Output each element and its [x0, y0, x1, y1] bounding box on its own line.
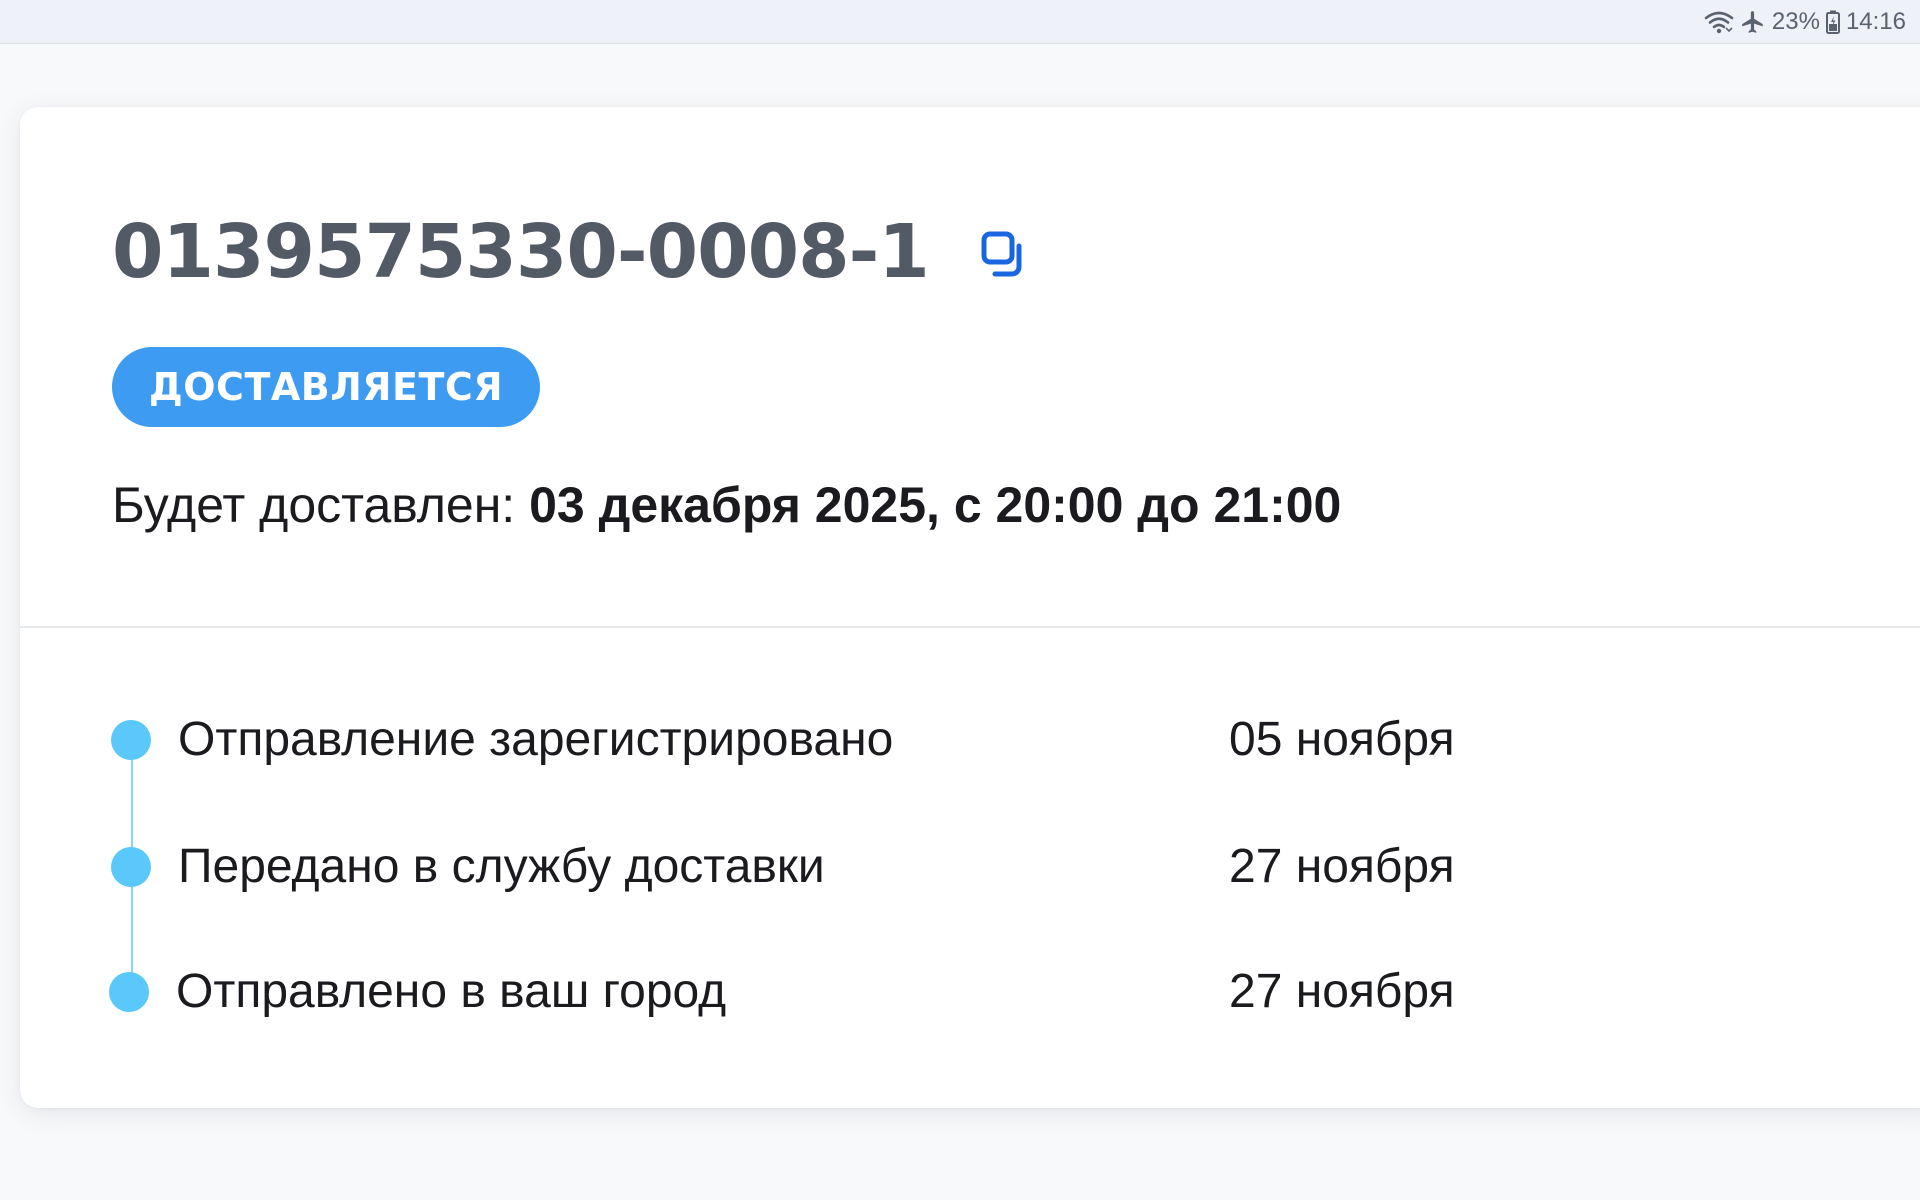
clock: 14:16: [1845, 8, 1906, 35]
timeline-event-date: 27 ноября: [1229, 965, 1455, 1018]
timeline-event-date: 05 ноября: [1229, 713, 1455, 766]
status-indicators: 23% 14:16: [1704, 7, 1906, 37]
timeline-dot: [109, 972, 149, 1012]
delivery-label: Будет доставлен:: [112, 477, 530, 533]
battery-percent: 23%: [1771, 8, 1820, 35]
battery-icon: [1825, 10, 1840, 34]
timeline-event-label: Передано в службу доставки: [178, 840, 825, 893]
timeline-dot: [111, 720, 151, 760]
timeline-dot: [111, 847, 151, 887]
timeline-event-label: Отправление зарегистрировано: [178, 713, 894, 766]
timeline-event-label: Отправлено в ваш город: [176, 965, 727, 1018]
timeline-event-date: 27 ноября: [1229, 840, 1455, 893]
timeline-item: Передано в службу доставки 27 ноября: [0, 837, 1920, 897]
order-number: 0139575330-0008-1: [112, 209, 930, 295]
copy-order-number-button[interactable]: [977, 228, 1029, 280]
status-badge: ДОСТАВЛЯЕТСЯ: [112, 347, 540, 427]
order-header: 0139575330-0008-1: [112, 215, 1029, 289]
delivery-date: 03 декабря 2025, с 20:00 до 21:00: [529, 477, 1342, 533]
system-status-bar: 23% 14:16: [0, 0, 1920, 44]
timeline-item: Отправлено в ваш город 27 ноября: [0, 962, 1920, 1022]
wifi-icon: [1704, 10, 1734, 34]
copy-icon: [981, 231, 1022, 277]
airplane-icon: [1740, 9, 1766, 35]
divider: [20, 626, 1920, 628]
timeline-item: Отправление зарегистрировано 05 ноября: [0, 710, 1920, 770]
delivery-estimate: Будет доставлен: 03 декабря 2025, с 20:0…: [112, 476, 1341, 534]
